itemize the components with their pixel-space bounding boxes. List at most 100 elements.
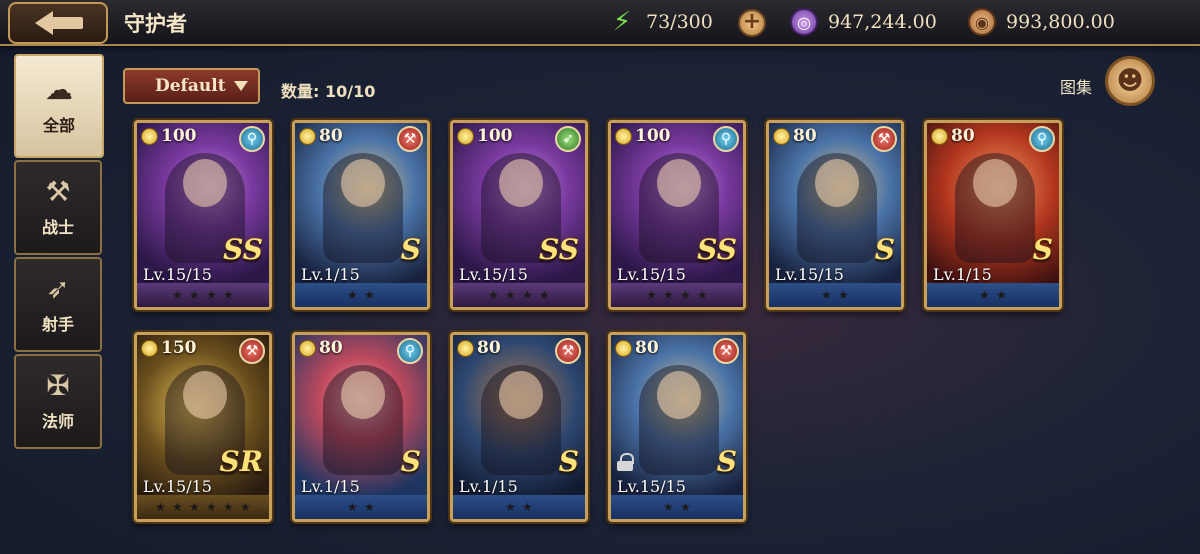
- star-rating: ★ ★: [769, 283, 901, 307]
- hero-cost: 100: [615, 126, 671, 146]
- hero-card[interactable]: 80 ⚒ S Lv.15/15 ★ ★: [766, 120, 904, 310]
- star-icon: ★: [505, 499, 516, 514]
- tab-mage[interactable]: ✠ 法师: [14, 354, 102, 449]
- lock-icon: [617, 453, 634, 471]
- hero-level: Lv.1/15: [301, 265, 360, 284]
- add-energy-button[interactable]: +: [738, 9, 766, 37]
- gold-coin-icon: [141, 339, 158, 357]
- gold-coin-icon: [457, 339, 474, 357]
- star-icon: ★: [347, 499, 358, 514]
- rarity-badge: SS: [223, 233, 263, 266]
- mage-class-icon: ⚲: [713, 126, 739, 152]
- back-arrow-icon: [35, 11, 83, 35]
- star-rating: ★ ★ ★ ★ ★ ★: [137, 495, 269, 519]
- hero-head: [341, 371, 385, 419]
- star-rating: ★ ★ ★ ★: [137, 283, 269, 307]
- star-icon: ★: [680, 287, 691, 302]
- star-icon: ★: [522, 499, 533, 514]
- hero-cost: 80: [299, 126, 343, 146]
- hero-card[interactable]: 80 ⚲ S Lv.1/15 ★ ★: [292, 332, 430, 522]
- hammer-icon: ⚒: [45, 174, 71, 208]
- star-icon: ★: [697, 287, 708, 302]
- coin-counter: ◉ 993,800.00: [968, 8, 1115, 36]
- star-icon: ★: [838, 287, 849, 302]
- star-icon: ★: [505, 287, 516, 302]
- star-icon: ★: [364, 287, 375, 302]
- star-icon: ★: [155, 499, 166, 514]
- hero-cost-value: 100: [161, 126, 197, 146]
- hero-head: [815, 159, 859, 207]
- star-icon: ★: [522, 287, 533, 302]
- gold-coin-icon: [457, 127, 474, 145]
- star-rating: ★ ★ ★ ★: [453, 283, 585, 307]
- star-icon: ★: [979, 287, 990, 302]
- warrior-class-icon: ⚒: [713, 338, 739, 364]
- hero-cost-value: 100: [477, 126, 513, 146]
- hero-level: Lv.15/15: [775, 265, 844, 284]
- hero-card[interactable]: 80 ⚒ S Lv.15/15 ★ ★: [608, 332, 746, 522]
- collection-button[interactable]: ☻: [1105, 56, 1155, 106]
- caret-down-icon: [234, 81, 248, 91]
- hero-level: Lv.15/15: [143, 477, 212, 496]
- collection-label[interactable]: 图集: [1060, 74, 1092, 98]
- cloud-icon: ☁: [45, 73, 73, 106]
- star-rating: ★ ★: [927, 283, 1059, 307]
- hero-card[interactable]: 100 ⚲ SS Lv.15/15 ★ ★ ★ ★: [608, 120, 746, 310]
- hero-level: Lv.1/15: [933, 265, 992, 284]
- hero-head: [499, 371, 543, 419]
- hero-cost: 80: [615, 338, 659, 358]
- warrior-class-icon: ⚒: [397, 126, 423, 152]
- hero-card[interactable]: 100 ➶ SS Lv.15/15 ★ ★ ★ ★: [450, 120, 588, 310]
- gold-coin-icon: [141, 127, 158, 145]
- back-button[interactable]: [8, 2, 108, 44]
- rarity-badge: S: [400, 445, 421, 478]
- rarity-badge: S: [716, 445, 737, 478]
- hero-card[interactable]: 80 ⚒ S Lv.1/15 ★ ★: [450, 332, 588, 522]
- hero-card[interactable]: 80 ⚒ S Lv.1/15 ★ ★: [292, 120, 430, 310]
- tab-label: 法师: [41, 411, 74, 431]
- hero-cost-value: 80: [793, 126, 817, 146]
- warrior-class-icon: ⚒: [871, 126, 897, 152]
- star-icon: ★: [680, 499, 691, 514]
- hero-cost-value: 150: [161, 338, 197, 358]
- tab-archer[interactable]: ➶ 射手: [14, 257, 102, 352]
- hero-cost: 100: [141, 126, 197, 146]
- sort-dropdown[interactable]: Default: [123, 68, 260, 104]
- tab-label: 战士: [41, 217, 74, 237]
- hero-card[interactable]: 100 ⚲ SS Lv.15/15 ★ ★ ★ ★: [134, 120, 272, 310]
- gold-coin-icon: [299, 339, 316, 357]
- gem-counter: ◎ 947,244.00: [790, 8, 937, 36]
- hero-cost-value: 80: [635, 338, 659, 358]
- star-rating: ★ ★: [453, 495, 585, 519]
- star-icon: ★: [223, 499, 234, 514]
- hero-head: [657, 159, 701, 207]
- page-title: 守护者: [124, 12, 187, 36]
- rarity-badge: SS: [539, 233, 579, 266]
- tab-warrior[interactable]: ⚒ 战士: [14, 160, 102, 255]
- warrior-class-icon: ⚒: [555, 338, 581, 364]
- bow-icon: ➶: [46, 271, 70, 305]
- star-icon: ★: [347, 287, 358, 302]
- hero-portrait-icon: ☻: [1116, 66, 1144, 96]
- star-icon: ★: [240, 499, 251, 514]
- hero-head: [183, 159, 227, 207]
- hero-card[interactable]: 80 ⚲ S Lv.1/15 ★ ★: [924, 120, 1062, 310]
- hero-cost: 100: [457, 126, 513, 146]
- hero-cost-value: 80: [951, 126, 975, 146]
- hero-cost: 80: [299, 338, 343, 358]
- hero-cost: 80: [773, 126, 817, 146]
- hero-cost: 150: [141, 338, 197, 358]
- hero-level: Lv.15/15: [617, 265, 686, 284]
- hero-cost-value: 80: [477, 338, 501, 358]
- star-rating: ★ ★ ★ ★: [611, 283, 743, 307]
- hero-level: Lv.1/15: [301, 477, 360, 496]
- lightning-icon: ⚡: [612, 7, 632, 37]
- gold-coin-icon: [615, 339, 632, 357]
- hero-card[interactable]: 150 ⚒ SR Lv.15/15 ★ ★ ★ ★ ★ ★: [134, 332, 272, 522]
- hero-level: Lv.15/15: [143, 265, 212, 284]
- tab-label: 射手: [41, 314, 74, 334]
- hero-count: 数量: 10/10: [281, 82, 376, 101]
- rarity-badge: S: [874, 233, 895, 266]
- tab-all[interactable]: ☁ 全部: [14, 54, 104, 158]
- energy-counter: ⚡ 73/300: [608, 7, 713, 37]
